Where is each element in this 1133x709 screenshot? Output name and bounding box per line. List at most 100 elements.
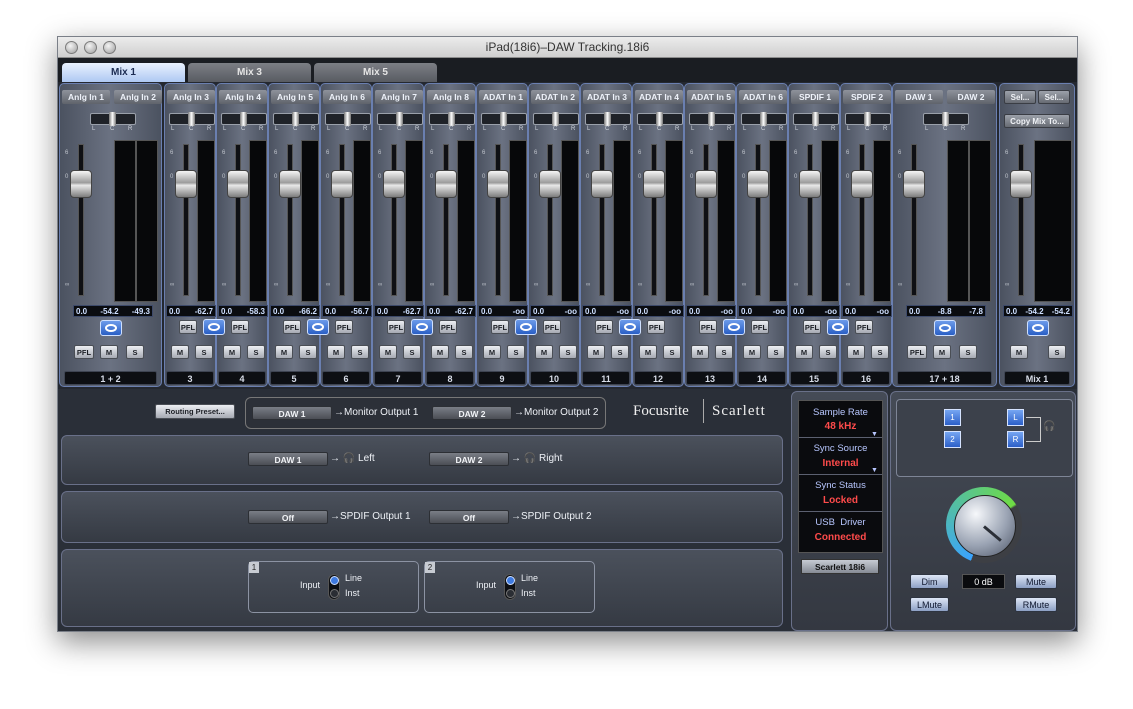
pfl-button[interactable]: PFL [751, 320, 769, 334]
channel-spdif-1-pan-slider[interactable] [793, 112, 839, 126]
channel-name-daw-1[interactable]: DAW 1 [895, 90, 943, 104]
monitor-output-1-source[interactable]: DAW 1 [252, 406, 332, 420]
channel-anlg-in-1-pan-knob[interactable] [109, 112, 116, 126]
pfl-button[interactable]: PFL [595, 320, 613, 334]
channel-anlg-in-8-fader-knob[interactable] [435, 170, 457, 198]
spdif-output-2-source[interactable]: Off [429, 510, 509, 524]
solo-button[interactable]: S [299, 345, 317, 359]
routing-preset-button[interactable]: Routing Preset... [155, 404, 235, 419]
channel-adat-in-2-pan-knob[interactable] [552, 112, 559, 126]
select-button-1[interactable]: Sel... [1004, 90, 1036, 104]
master-mute-button[interactable]: M [1010, 345, 1028, 359]
channel-adat-in-4-pan-slider[interactable] [637, 112, 683, 126]
mute-button[interactable]: M [379, 345, 397, 359]
channel-name-spdif-2[interactable]: SPDIF 2 [843, 90, 891, 104]
monitor-output-2-source[interactable]: DAW 2 [432, 406, 512, 420]
stereo-link-button[interactable] [619, 319, 641, 335]
solo-button[interactable]: S [819, 345, 837, 359]
left-mute-button[interactable]: LMute [910, 597, 949, 612]
solo-button[interactable]: S [126, 345, 144, 359]
channel-spdif-2-pan-slider[interactable] [845, 112, 891, 126]
channel-daw-1-fader-knob[interactable] [903, 170, 925, 198]
pfl-button[interactable]: PFL [699, 320, 717, 334]
tab-mix-3[interactable]: Mix 3 [188, 63, 311, 82]
select-button-2[interactable]: Sel... [1038, 90, 1070, 104]
channel-anlg-in-3-fader-knob[interactable] [175, 170, 197, 198]
channel-name-anlg-in-8[interactable]: Anlg In 8 [427, 90, 475, 104]
solo-button[interactable]: S [195, 345, 213, 359]
channel-daw-1-pan-knob[interactable] [942, 112, 949, 126]
channel-anlg-in-4-pan-slider[interactable] [221, 112, 267, 126]
channel-anlg-in-7-fader-knob[interactable] [383, 170, 405, 198]
channel-anlg-in-7-pan-slider[interactable] [377, 112, 423, 126]
channel-adat-in-3-fader-knob[interactable] [591, 170, 613, 198]
sync-source-value[interactable]: Internal [799, 458, 882, 469]
channel-name-adat-in-3[interactable]: ADAT In 3 [583, 90, 631, 104]
mute-button[interactable]: M [639, 345, 657, 359]
pfl-button[interactable]: PFL [74, 345, 94, 359]
pfl-button[interactable]: PFL [907, 345, 927, 359]
tab-mix-1[interactable]: Mix 1 [62, 63, 185, 82]
channel-adat-in-6-pan-slider[interactable] [741, 112, 787, 126]
stereo-link-button[interactable] [411, 319, 433, 335]
pfl-button[interactable]: PFL [231, 320, 249, 334]
solo-button[interactable]: S [611, 345, 629, 359]
solo-button[interactable]: S [247, 345, 265, 359]
channel-adat-in-2-pan-slider[interactable] [533, 112, 579, 126]
channel-adat-in-5-pan-slider[interactable] [689, 112, 735, 126]
channel-adat-in-3-pan-slider[interactable] [585, 112, 631, 126]
pfl-button[interactable]: PFL [283, 320, 301, 334]
master-fader-knob[interactable] [1010, 170, 1032, 198]
mute-button[interactable]: M [327, 345, 345, 359]
channel-name-anlg-in-2[interactable]: Anlg In 2 [114, 90, 162, 104]
channel-adat-in-1-pan-knob[interactable] [500, 112, 507, 126]
channel-anlg-in-8-pan-knob[interactable] [448, 112, 455, 126]
left-channel-button[interactable]: L [1007, 409, 1024, 426]
mute-button[interactable]: M [483, 345, 501, 359]
monitor-2-button[interactable]: 2 [944, 431, 961, 448]
right-channel-button[interactable]: R [1007, 431, 1024, 448]
channel-anlg-in-6-pan-knob[interactable] [344, 112, 351, 126]
headphone-left-source[interactable]: DAW 1 [248, 452, 328, 466]
mute-button[interactable]: M [795, 345, 813, 359]
channel-adat-in-1-fader-knob[interactable] [487, 170, 509, 198]
channel-adat-in-5-pan-knob[interactable] [708, 112, 715, 126]
mute-button[interactable]: M [431, 345, 449, 359]
stereo-link-button[interactable] [723, 319, 745, 335]
channel-anlg-in-4-fader-knob[interactable] [227, 170, 249, 198]
mute-button[interactable]: M [171, 345, 189, 359]
spdif-output-1-source[interactable]: Off [248, 510, 328, 524]
channel-name-adat-in-5[interactable]: ADAT In 5 [687, 90, 735, 104]
mute-button[interactable]: M [275, 345, 293, 359]
channel-adat-in-4-fader-knob[interactable] [643, 170, 665, 198]
channel-spdif-2-pan-knob[interactable] [864, 112, 871, 126]
mute-button[interactable]: M [100, 345, 118, 359]
channel-name-spdif-1[interactable]: SPDIF 1 [791, 90, 839, 104]
right-mute-button[interactable]: RMute [1015, 597, 1057, 612]
pfl-button[interactable]: PFL [335, 320, 353, 334]
pfl-button[interactable]: PFL [491, 320, 509, 334]
pfl-button[interactable]: PFL [543, 320, 561, 334]
solo-button[interactable]: S [403, 345, 421, 359]
channel-spdif-1-fader-knob[interactable] [799, 170, 821, 198]
channel-anlg-in-4-pan-knob[interactable] [240, 112, 247, 126]
headphone-right-source[interactable]: DAW 2 [429, 452, 509, 466]
channel-name-anlg-in-6[interactable]: Anlg In 6 [323, 90, 371, 104]
channel-adat-in-5-fader-knob[interactable] [695, 170, 717, 198]
channel-anlg-in-6-fader-knob[interactable] [331, 170, 353, 198]
solo-button[interactable]: S [871, 345, 889, 359]
channel-anlg-in-6-pan-slider[interactable] [325, 112, 371, 126]
channel-adat-in-6-fader-knob[interactable] [747, 170, 769, 198]
tab-mix-5[interactable]: Mix 5 [314, 63, 437, 82]
channel-anlg-in-1-fader-knob[interactable] [70, 170, 92, 198]
monitor-1-button[interactable]: 1 [944, 409, 961, 426]
solo-button[interactable]: S [959, 345, 977, 359]
channel-adat-in-1-pan-slider[interactable] [481, 112, 527, 126]
sync-source-dropdown-icon[interactable]: ▼ [871, 467, 878, 474]
stereo-link-button[interactable] [307, 319, 329, 335]
channel-anlg-in-5-pan-slider[interactable] [273, 112, 319, 126]
mute-button[interactable]: M [743, 345, 761, 359]
solo-button[interactable]: S [559, 345, 577, 359]
channel-anlg-in-3-pan-slider[interactable] [169, 112, 215, 126]
master-solo-button[interactable]: S [1048, 345, 1066, 359]
